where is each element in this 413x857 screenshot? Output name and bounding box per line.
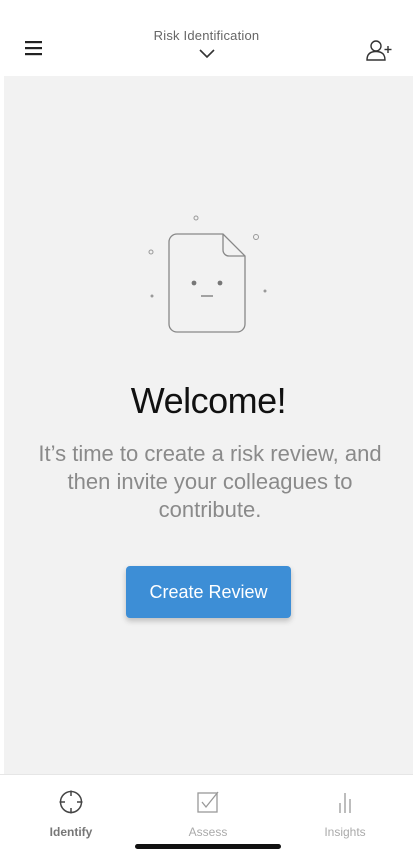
- bar-chart-icon: [339, 793, 351, 813]
- tab-insights-label: Insights: [324, 825, 366, 839]
- app-screen: Risk Identification Welcome! It’s time t…: [0, 0, 413, 857]
- top-header: Risk Identification: [0, 0, 413, 76]
- tab-identify[interactable]: Identify: [2, 775, 140, 845]
- workspace-selector[interactable]: Risk Identification: [0, 28, 413, 59]
- tab-assess[interactable]: Assess: [139, 775, 277, 845]
- welcome-message: It’s time to create a risk review, and t…: [38, 441, 382, 522]
- document-face-icon: [148, 215, 267, 333]
- checkbox-icon: [197, 791, 219, 813]
- tab-identify-label: Identify: [49, 825, 93, 839]
- crosshair-icon: [59, 790, 83, 814]
- invite-user-button[interactable]: [365, 38, 393, 62]
- page-title: Risk Identification: [153, 28, 260, 43]
- add-user-icon: [366, 40, 392, 61]
- welcome-heading: Welcome!: [130, 380, 287, 421]
- tab-insights[interactable]: Insights: [276, 775, 413, 845]
- main-content: Welcome! It’s time to create a risk revi…: [4, 76, 413, 774]
- tab-assess-label: Assess: [188, 825, 228, 839]
- create-review-button[interactable]: Create Review: [126, 566, 291, 618]
- chevron-down-icon: [198, 49, 215, 59]
- home-indicator[interactable]: [135, 844, 281, 849]
